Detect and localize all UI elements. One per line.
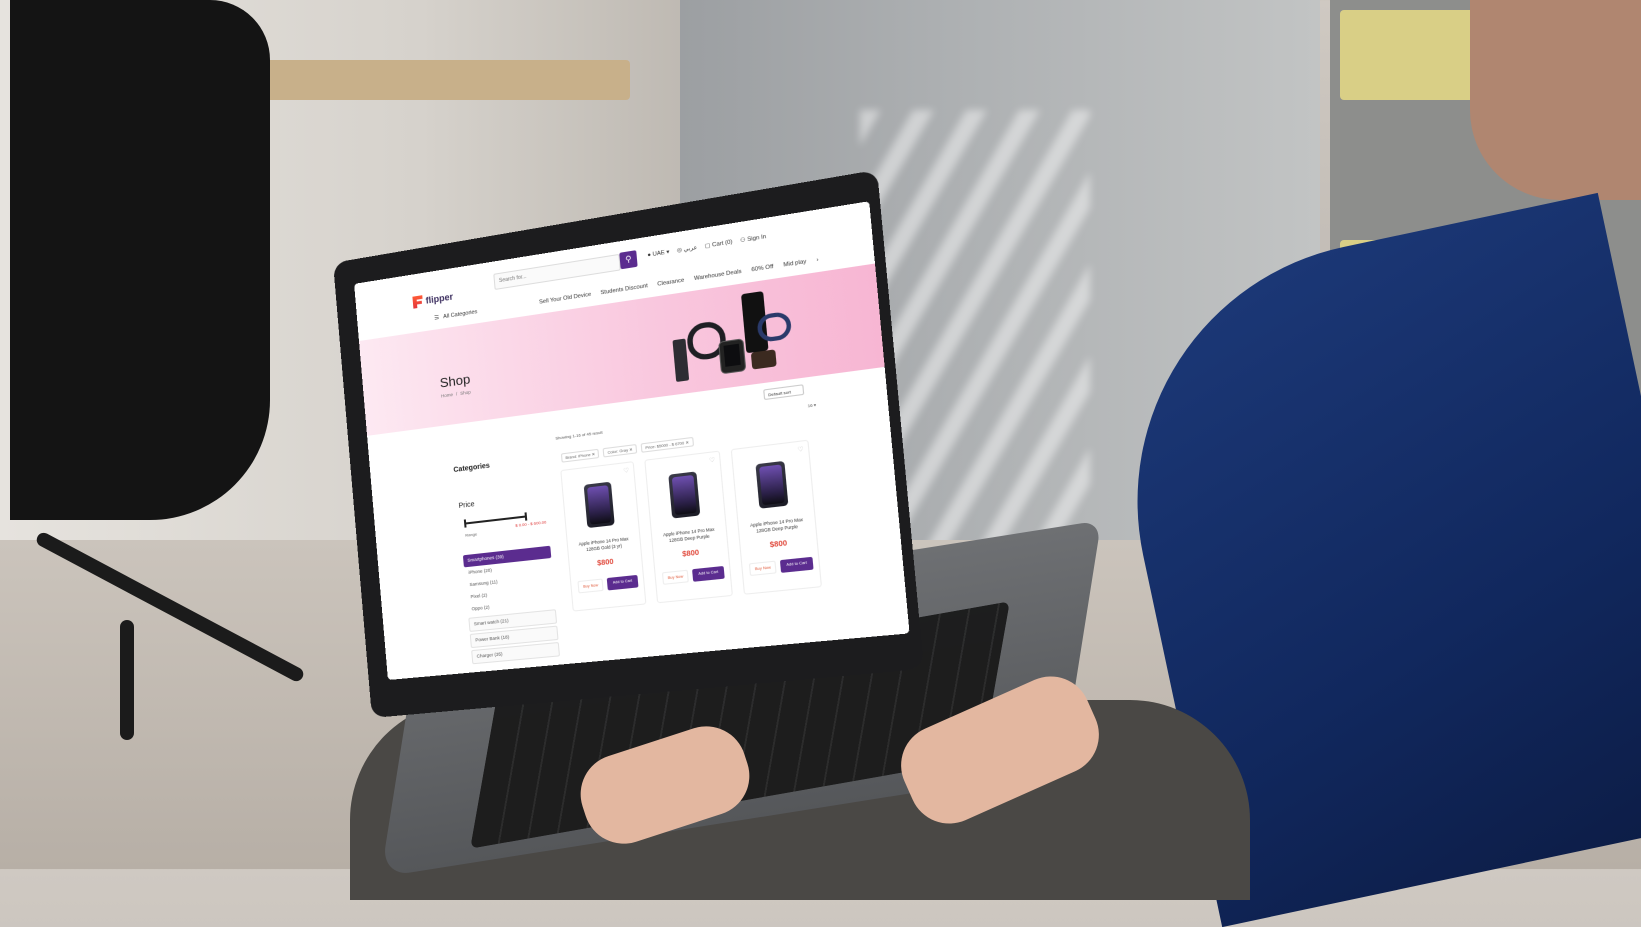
filter-chip[interactable]: Price: $5000 - $ 6700 ✕ — [640, 436, 694, 453]
categories-title: Categories — [453, 462, 491, 475]
price-range-value: $ 0.00 - $ 600.00 — [515, 519, 547, 528]
price-range-label: Range — [464, 531, 478, 538]
product-grid: ♡ Apple iPhone 14 Pro Max 128GB Gold (3 … — [560, 439, 823, 612]
buy-now-button[interactable]: Buy Now — [748, 560, 778, 577]
product-image[interactable] — [668, 471, 701, 519]
product-name[interactable]: Apple iPhone 14 Pro Max 128GB Deep Purpl… — [656, 526, 722, 545]
filter-chip[interactable]: Color: Gray ✕ — [602, 444, 638, 458]
product-actions: Buy Now Add to Cart — [748, 556, 814, 577]
product-price: $800 — [596, 558, 614, 568]
buy-now-button[interactable]: Buy Now — [577, 578, 605, 594]
product-card[interactable]: ♡ Apple iPhone 14 Pro Max 128GB Deep Pur… — [730, 439, 823, 595]
office-chair — [10, 0, 270, 520]
laptop-screen: flipper ⚲ ● UAE ▾ ◎ عربي ▢ Cart (0) ⚇ Si… — [354, 201, 910, 680]
person-head — [1470, 0, 1641, 200]
background-desk — [250, 60, 630, 100]
buy-now-button[interactable]: Buy Now — [661, 569, 690, 585]
add-to-cart-button[interactable]: Add to Cart — [607, 574, 639, 591]
price-slider-min-handle[interactable] — [463, 519, 467, 528]
chevron-right-icon[interactable]: › — [816, 257, 819, 264]
search-button[interactable]: ⚲ — [619, 250, 638, 270]
heart-icon[interactable]: ♡ — [797, 446, 804, 454]
filter-chip[interactable]: Brand: iPhone ✕ — [560, 448, 600, 463]
product-card[interactable]: ♡ Apple iPhone 14 Pro Max 128GB Deep Pur… — [644, 450, 733, 604]
results-count: Showing 1-16 of 45 result — [555, 429, 603, 441]
price-title: Price — [458, 501, 475, 511]
chair-leg — [120, 620, 134, 740]
sort-select[interactable]: Default sort — [763, 384, 805, 401]
product-actions: Buy Now Add to Cart — [577, 574, 639, 594]
flipper-logo-icon — [412, 295, 423, 308]
add-to-cart-button[interactable]: Add to Cart — [692, 566, 725, 582]
heart-icon[interactable]: ♡ — [709, 456, 715, 464]
per-page-select[interactable]: 16 ▾ — [807, 402, 816, 408]
price-slider-max-handle[interactable] — [524, 512, 528, 521]
heart-icon[interactable]: ♡ — [623, 467, 629, 475]
product-name[interactable]: Apple iPhone 14 Pro Max 128GB Gold (3 yr… — [572, 535, 636, 553]
product-image[interactable] — [583, 481, 615, 529]
breadcrumb-separator: / — [455, 391, 458, 397]
search-icon: ⚲ — [624, 254, 632, 265]
product-card[interactable]: ♡ Apple iPhone 14 Pro Max 128GB Gold (3 … — [560, 461, 647, 612]
product-image[interactable] — [755, 460, 789, 509]
category-list: Smartphones (39) iPhone (20) Samsung (11… — [462, 545, 561, 665]
product-price: $800 — [769, 540, 788, 550]
banner-products-image — [672, 291, 804, 383]
hamburger-icon: ☰ — [434, 314, 440, 322]
product-price: $800 — [681, 549, 700, 559]
product-actions: Buy Now Add to Cart — [661, 566, 725, 585]
product-name[interactable]: Apple iPhone 14 Pro Max 128GB Deep Purpl… — [743, 516, 811, 535]
add-to-cart-button[interactable]: Add to Cart — [780, 556, 814, 573]
